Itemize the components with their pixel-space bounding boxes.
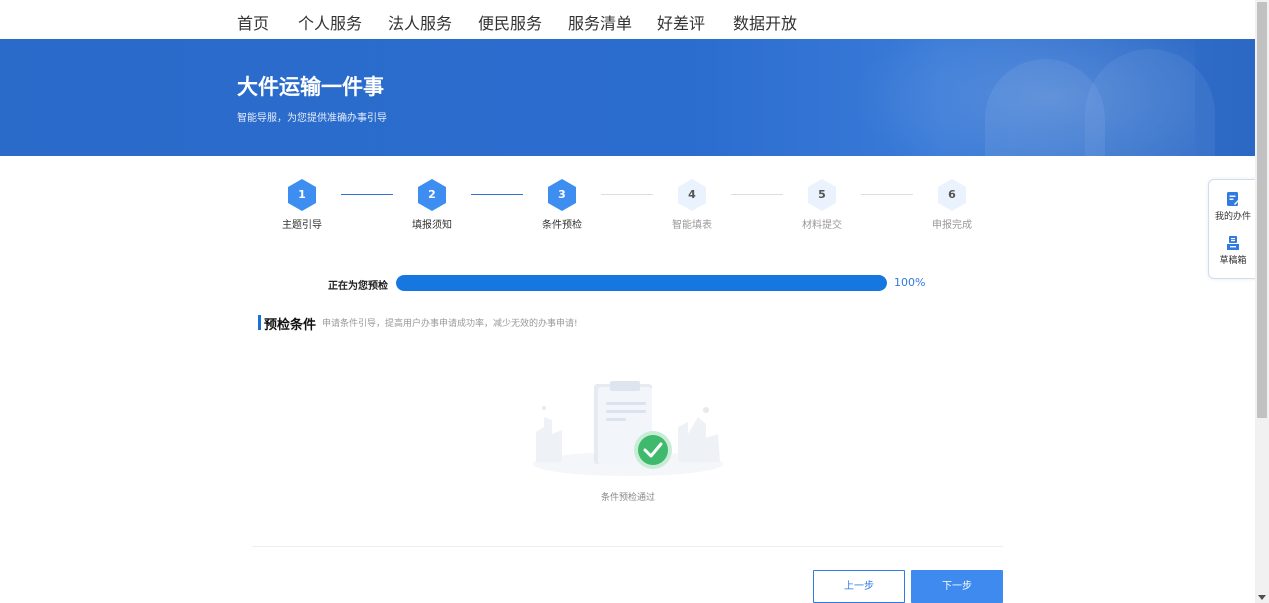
page-subtitle: 智能导服，为您提供准确办事引导 — [237, 113, 387, 124]
nav-item-evaluation[interactable]: 好差评 — [657, 10, 705, 34]
scroll-down-arrow-icon[interactable] — [1258, 595, 1266, 600]
scrollbar-thumb[interactable] — [1257, 2, 1267, 418]
step-hexagon: 4 — [675, 178, 709, 212]
top-navigation: 首页 个人服务 法人服务 便民服务 服务清单 好差评 数据开放 — [0, 0, 1255, 39]
step-number: 5 — [818, 188, 826, 201]
precheck-passed-illustration — [528, 372, 728, 482]
section-description: 申请条件引导，提高用户办事申请成功率，减少无效的办事申请! — [322, 319, 578, 329]
step-connector — [341, 194, 393, 195]
step-label: 主题引导 — [282, 220, 322, 231]
step-connector — [601, 194, 653, 195]
precheck-progress-bar — [396, 275, 887, 291]
step-number: 4 — [688, 188, 696, 201]
divider — [252, 546, 1003, 547]
progress-percentage: 100% — [894, 276, 926, 289]
page-banner: 大件运输一件事 智能导服，为您提供准确办事引导 — [0, 39, 1255, 156]
step-6: 6 申报完成 — [912, 178, 992, 231]
drafts-label: 草稿箱 — [1219, 256, 1247, 266]
step-connector — [861, 194, 913, 195]
step-number: 3 — [558, 188, 566, 201]
vertical-scrollbar[interactable] — [1255, 0, 1269, 603]
step-label: 智能填表 — [672, 220, 712, 231]
step-3: 3 条件预检 — [522, 178, 602, 231]
step-connector — [731, 194, 783, 195]
nav-item-home[interactable]: 首页 — [237, 10, 269, 34]
page-title: 大件运输一件事 — [237, 75, 384, 99]
step-5: 5 材料提交 — [782, 178, 862, 231]
step-hexagon: 1 — [285, 178, 319, 212]
step-number: 6 — [948, 188, 956, 201]
step-number: 2 — [428, 188, 436, 201]
progress-label: 正在为您预检 — [328, 281, 388, 292]
step-hexagon: 6 — [935, 178, 969, 212]
nav-item-legal-entity-services[interactable]: 法人服务 — [388, 10, 452, 34]
step-4: 4 智能填表 — [652, 178, 732, 231]
section-title: 预检条件 — [264, 318, 317, 333]
step-label: 条件预检 — [542, 220, 582, 231]
progress-fill — [396, 275, 887, 291]
step-label: 申报完成 — [932, 220, 972, 231]
nav-item-personal-services[interactable]: 个人服务 — [298, 10, 362, 34]
step-hexagon: 3 — [545, 178, 579, 212]
my-items-label: 我的办件 — [1214, 212, 1251, 222]
step-2: 2 填报须知 — [392, 178, 472, 231]
document-edit-icon — [1227, 192, 1240, 206]
nav-item-service-list[interactable]: 服务清单 — [568, 10, 632, 34]
section-accent-bar — [258, 315, 261, 330]
drafts-link[interactable]: 草稿箱 — [1209, 235, 1257, 266]
step-1: 1 主题引导 — [262, 178, 342, 231]
precheck-result-caption: 条件预检通过 — [600, 493, 655, 503]
side-float-panel: 我的办件 草稿箱 — [1208, 179, 1258, 279]
nav-item-open-data[interactable]: 数据开放 — [733, 10, 797, 34]
draft-box-icon — [1227, 236, 1239, 250]
step-label: 材料提交 — [802, 220, 842, 231]
step-label: 填报须知 — [412, 220, 452, 231]
step-hexagon: 2 — [415, 178, 449, 212]
previous-step-button[interactable]: 上一步 — [813, 570, 905, 603]
my-items-link[interactable]: 我的办件 — [1209, 191, 1257, 222]
step-connector — [471, 194, 523, 195]
next-step-button[interactable]: 下一步 — [911, 570, 1003, 603]
step-number: 1 — [298, 188, 306, 201]
nav-item-convenience-services[interactable]: 便民服务 — [478, 10, 542, 34]
step-hexagon: 5 — [805, 178, 839, 212]
